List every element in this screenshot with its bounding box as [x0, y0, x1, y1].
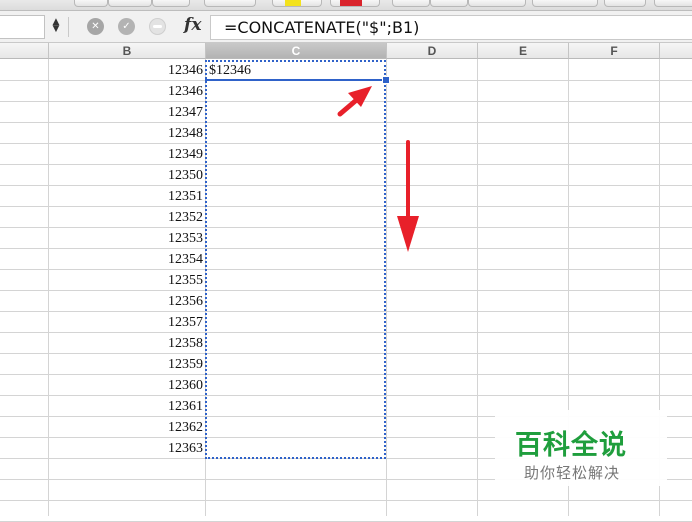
watermark-subtitle: 助你轻松解决: [524, 464, 621, 482]
down-arrow-icon: [397, 140, 419, 252]
watermark-title: 百科全说: [515, 430, 627, 461]
diagonal-arrow-icon: [337, 86, 372, 117]
watermark: 百科全说 助你轻松解决: [495, 410, 667, 486]
